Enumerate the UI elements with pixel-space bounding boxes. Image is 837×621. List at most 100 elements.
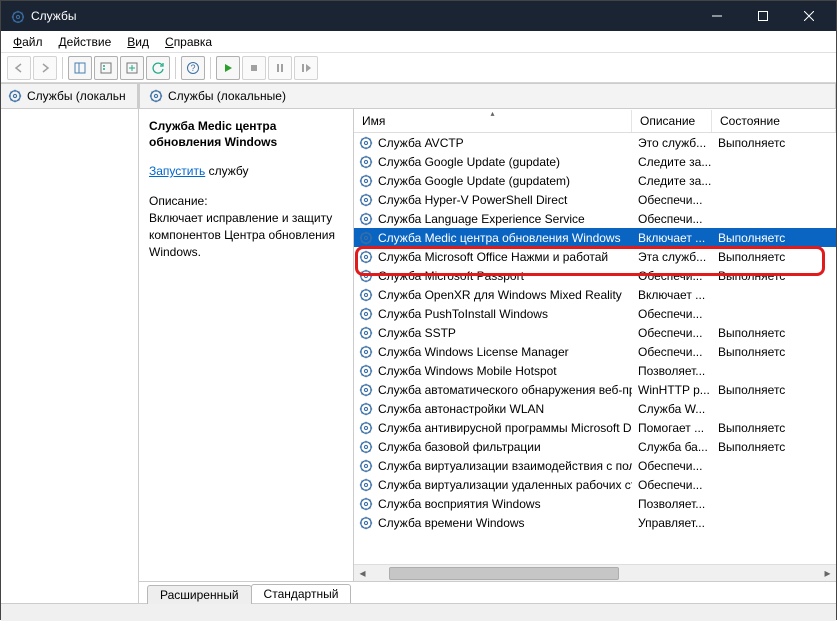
service-row[interactable]: Служба времени WindowsУправляет...: [354, 513, 836, 532]
service-state: Выполняетс: [712, 345, 836, 359]
scroll-left-icon[interactable]: ◂: [354, 566, 371, 580]
back-button[interactable]: [7, 56, 31, 80]
service-row[interactable]: Служба автоматического обнаружения веб-п…: [354, 380, 836, 399]
show-hide-button[interactable]: [68, 56, 92, 80]
gear-icon: [358, 306, 374, 322]
service-description: Включает ...: [632, 231, 712, 245]
start-service-button[interactable]: [216, 56, 240, 80]
service-row[interactable]: Служба автонастройки WLANСлужба W...: [354, 399, 836, 418]
nav-tree: Службы (локальн: [1, 84, 139, 603]
service-name: Служба AVCTP: [378, 136, 464, 150]
gear-icon: [358, 458, 374, 474]
service-row[interactable]: Служба OpenXR для Windows Mixed RealityВ…: [354, 285, 836, 304]
detail-pane: Служба Medic центра обновления Windows З…: [139, 109, 354, 581]
service-row[interactable]: Служба Google Update (gupdatem) Следите з…: [354, 171, 836, 190]
maximize-button[interactable]: [740, 1, 786, 31]
window-title: Службы: [31, 9, 694, 23]
tab-extended[interactable]: Расширенный: [147, 585, 252, 604]
service-state: Выполняетс: [712, 440, 836, 454]
service-row[interactable]: Служба Medic центра обновления Windows Вк…: [354, 228, 836, 247]
service-row[interactable]: Служба базовой фильтрацииСлужба ба...Вып…: [354, 437, 836, 456]
service-row[interactable]: Служба AVCTP Это служб...Выполняетс: [354, 133, 836, 152]
scroll-thumb[interactable]: [389, 567, 619, 580]
start-suffix: службу: [205, 164, 248, 178]
service-description: Обеспечи...: [632, 326, 712, 340]
service-name: Служба Google Update (gupdatem): [378, 174, 570, 188]
service-row[interactable]: Служба SSTP Обеспечи...Выполняетс: [354, 323, 836, 342]
service-description: Обеспечи...: [632, 459, 712, 473]
service-name: Служба Medic центра обновления Windows: [378, 231, 621, 245]
service-row[interactable]: Служба виртуализации взаимодействия с по…: [354, 456, 836, 475]
col-state[interactable]: Состояние: [712, 110, 836, 132]
list-body[interactable]: Служба AVCTPЭто служб...ВыполняетсСлужба…: [354, 133, 836, 564]
scroll-right-icon[interactable]: ▸: [819, 566, 836, 580]
service-name: Служба Windows Mobile Hotspot: [378, 364, 557, 378]
menu-bar: Файл Действие Вид Справка: [1, 31, 836, 53]
service-row[interactable]: Служба Google Update (gupdate) Следите за…: [354, 152, 836, 171]
gear-icon: [358, 477, 374, 493]
service-description: Служба ба...: [632, 440, 712, 454]
restart-service-button[interactable]: [294, 56, 318, 80]
forward-button[interactable]: [33, 56, 57, 80]
col-name[interactable]: Имя ▴: [354, 110, 632, 132]
toolbar: ?: [1, 53, 836, 83]
menu-file[interactable]: Файл: [5, 33, 51, 51]
service-row[interactable]: Служба Language Experience ServiceОбеспе…: [354, 209, 836, 228]
menu-help[interactable]: Справка: [157, 33, 220, 51]
stop-service-button[interactable]: [242, 56, 266, 80]
service-name: Служба SSTP: [378, 326, 456, 340]
service-name: Служба автоматического обнаружения веб-п…: [378, 383, 632, 397]
menu-view[interactable]: Вид: [119, 33, 157, 51]
horizontal-scrollbar[interactable]: ◂ ▸: [354, 564, 836, 581]
service-description: Это служб...: [632, 136, 712, 150]
service-list: Имя ▴ Описание Состояние Служба AVCTP Это…: [354, 109, 836, 581]
content-panel: Службы (локальные) Служба Medic центра о…: [139, 84, 836, 603]
minimize-button[interactable]: [694, 1, 740, 31]
service-name: Служба Windows License Manager: [378, 345, 569, 359]
gear-icon: [358, 496, 374, 512]
service-description: WinHTTP р...: [632, 383, 712, 397]
service-state: Выполняетс: [712, 326, 836, 340]
service-description: Позволяет...: [632, 364, 712, 378]
service-description: Обеспечи...: [632, 345, 712, 359]
panel-title: Службы (локальные): [168, 89, 286, 103]
service-description: Следите за...: [632, 174, 712, 188]
menu-action[interactable]: Действие: [51, 33, 120, 51]
start-service-link[interactable]: Запустить: [149, 164, 205, 178]
service-description: Позволяет...: [632, 497, 712, 511]
export-button[interactable]: [120, 56, 144, 80]
properties-button[interactable]: [94, 56, 118, 80]
title-bar: Службы: [1, 1, 836, 31]
service-row[interactable]: Служба Windows License Manager Обеспечи..…: [354, 342, 836, 361]
close-button[interactable]: [786, 1, 832, 31]
service-row[interactable]: Служба Windows Mobile Hotspot Позволяет..…: [354, 361, 836, 380]
service-description: Обеспечи...: [632, 193, 712, 207]
gear-icon: [358, 401, 374, 417]
service-row[interactable]: Служба Hyper-V PowerShell DirectОбеспечи…: [354, 190, 836, 209]
service-name: Служба Language Experience Service: [378, 212, 585, 226]
service-name: Служба Google Update (gupdate): [378, 155, 560, 169]
gear-icon: [358, 173, 374, 189]
service-row[interactable]: Служба антивирусной программы Microsoft …: [354, 418, 836, 437]
service-description: Помогает ...: [632, 421, 712, 435]
gear-icon: [148, 88, 164, 104]
service-description: Следите за...: [632, 155, 712, 169]
nav-services-local[interactable]: Службы (локальн: [1, 84, 138, 109]
col-description[interactable]: Описание: [632, 110, 712, 132]
service-row[interactable]: Служба виртуализации удаленных рабочих с…: [354, 475, 836, 494]
gear-icon: [358, 154, 374, 170]
service-name: Служба виртуализации удаленных рабочих с…: [378, 478, 632, 492]
tab-standard[interactable]: Стандартный: [251, 584, 352, 603]
service-name: Служба восприятия Windows: [378, 497, 541, 511]
service-row[interactable]: Служба PushToInstall WindowsОбеспечи...: [354, 304, 836, 323]
help-button[interactable]: ?: [181, 56, 205, 80]
service-row[interactable]: Служба Microsoft PassportОбеспечи...Выпо…: [354, 266, 836, 285]
gear-icon: [358, 325, 374, 341]
service-row[interactable]: Служба восприятия Windows Позволяет...: [354, 494, 836, 513]
pause-service-button[interactable]: [268, 56, 292, 80]
refresh-button[interactable]: [146, 56, 170, 80]
service-state: Выполняетс: [712, 383, 836, 397]
service-state: Выполняетс: [712, 136, 836, 150]
gear-icon: [358, 344, 374, 360]
service-row[interactable]: Служба Microsoft Office Нажми и работайЭ…: [354, 247, 836, 266]
